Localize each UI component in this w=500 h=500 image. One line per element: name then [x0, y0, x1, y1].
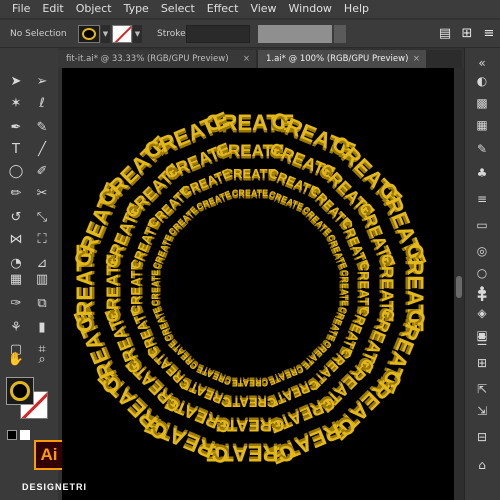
align-left-icon[interactable]: ▤ — [436, 25, 454, 43]
color-guide-icon[interactable]: ▩ — [473, 94, 491, 112]
brush-definition-dropdown[interactable] — [334, 25, 346, 43]
menu-type[interactable]: Type — [118, 0, 155, 18]
watermark-text: DESIGNETRI — [22, 482, 88, 492]
menu-help[interactable]: Help — [338, 0, 375, 18]
gradient-icon[interactable]: ▥ — [32, 270, 52, 290]
menu-edit[interactable]: Edit — [36, 0, 69, 18]
zoom-icon[interactable]: ⌕ — [32, 350, 52, 370]
mesh-icon[interactable]: ▦ — [6, 270, 26, 290]
more-icon[interactable]: ⌂ — [473, 456, 491, 474]
direct-selection-icon[interactable]: ➢ — [32, 72, 52, 92]
stroke-label: Stroke: — [157, 29, 189, 39]
properties-icon[interactable]: ☰ — [473, 332, 491, 350]
selection-status: No Selection — [10, 29, 67, 39]
fill-color-swatch[interactable] — [78, 25, 100, 43]
export-icon[interactable]: ⇱ — [473, 380, 491, 398]
circle-fill-icon — [82, 28, 96, 40]
type-icon[interactable]: T — [6, 140, 26, 160]
scale-icon[interactable]: ⤡ — [32, 208, 52, 228]
blend-icon[interactable]: ⧉ — [32, 294, 52, 314]
ellipse-icon[interactable]: ◯ — [6, 162, 26, 182]
tab-fit-it[interactable]: fit-it.ai* @ 33.33% (RGB/GPU Preview) × — [58, 50, 256, 68]
brushes-icon[interactable]: ✎ — [473, 140, 491, 158]
menu-view[interactable]: View — [244, 0, 282, 18]
menu-effect[interactable]: Effect — [201, 0, 245, 18]
lasso-icon[interactable]: ℓ — [32, 94, 52, 114]
symbol-sprayer-icon[interactable]: ⚘ — [6, 318, 26, 338]
menu-bar: File Edit Object Type Select Effect View… — [0, 0, 500, 18]
create-word-ring-0: CREATECREATECREATECREATE — [232, 188, 268, 201]
hand-icon[interactable]: ✋ — [6, 350, 26, 370]
asset-export-icon[interactable]: ⇲ — [473, 402, 491, 420]
magic-wand-icon[interactable]: ✶ — [6, 94, 26, 114]
gradient-mode-swatch[interactable] — [20, 430, 30, 440]
close-icon[interactable]: × — [243, 50, 250, 68]
circle-fill-icon — [10, 381, 30, 401]
illustrator-logo: Ai — [34, 440, 64, 470]
create-word: CREATE — [150, 270, 160, 306]
pen-icon[interactable]: ✒ — [6, 118, 26, 138]
document-tab-bar: fit-it.ai* @ 33.33% (RGB/GPU Preview) × … — [58, 50, 462, 68]
menu-window[interactable]: Window — [283, 0, 338, 18]
links-icon[interactable]: ⊟ — [473, 428, 491, 446]
swatches-icon[interactable]: ▦ — [473, 116, 491, 134]
stroke-icon[interactable]: ≡ — [473, 190, 491, 208]
symbols-icon[interactable]: ♣ — [473, 164, 491, 182]
pencil-icon[interactable]: ✏ — [6, 184, 26, 204]
tab-label: fit-it.ai* @ 33.33% (RGB/GPU Preview) — [66, 54, 229, 64]
create-word: CREATE — [340, 270, 350, 306]
graph-icon[interactable]: ▮ — [32, 318, 52, 338]
stroke-color-swatch[interactable] — [112, 25, 132, 43]
panel-menu-icon[interactable]: ≡ — [480, 25, 498, 43]
scissors-icon[interactable]: ✂ — [32, 184, 52, 204]
color-icon[interactable]: ◐ — [473, 72, 491, 90]
artboard-canvas[interactable]: CREATE CREATE CREATE CREATE CREATE CREATE CREA… — [62, 68, 454, 500]
close-icon[interactable]: × — [413, 50, 420, 68]
paintbrush-icon[interactable]: ✐ — [32, 162, 52, 182]
tab-1-ai[interactable]: 1.ai* @ 100% (RGB/GPU Preview) × — [258, 50, 426, 68]
rotate-icon[interactable]: ↺ — [6, 208, 26, 228]
right-panel-dock: « ◐ ▩ ▦ ✎ ♣ ≡ ▭ ◎ ○ ✚ ◈ ▣ ♣ ☰ ⊞ ⇱ ⇲ ⊟ ⌂ — [464, 48, 500, 500]
collapse-icon[interactable]: « — [473, 54, 491, 72]
stroke-dropdown-button[interactable]: ▼ — [133, 25, 142, 43]
line-icon[interactable]: ╱ — [32, 140, 52, 160]
create-word: CREATE — [232, 378, 268, 388]
tab-label: 1.ai* @ 100% (RGB/GPU Preview) — [266, 54, 409, 64]
create-word: CREATE — [232, 188, 268, 198]
transform-panel-icon[interactable]: ⊞ — [473, 354, 491, 372]
menu-select[interactable]: Select — [155, 0, 201, 18]
curvature-icon[interactable]: ✎ — [32, 118, 52, 138]
width-icon[interactable]: ⋈ — [6, 230, 26, 250]
free-transform-icon[interactable]: ⛶ — [32, 230, 52, 250]
appearance-icon[interactable]: ○ — [473, 264, 491, 282]
club-icon[interactable]: ♣ — [473, 282, 491, 300]
variable-width-profile[interactable] — [258, 25, 332, 43]
selection-icon[interactable]: ➤ — [6, 72, 26, 92]
menu-file[interactable]: File — [6, 0, 36, 18]
fill-swatch-large[interactable] — [6, 377, 34, 405]
create-word-ring-0: CREATECREATECREATECREATE — [337, 270, 350, 306]
create-word-ring-0: CREATECREATECREATECREATE — [150, 270, 163, 306]
create-radial-artwork: CREATECREATECREATECREATECREATECREATECREA… — [69, 107, 432, 470]
color-mode-swatch[interactable] — [7, 430, 17, 440]
menu-object[interactable]: Object — [70, 0, 118, 18]
transform-icon[interactable]: ⊞ — [458, 25, 476, 43]
gradient-panel-icon[interactable]: ▭ — [473, 216, 491, 234]
scrollbar-thumb[interactable] — [456, 276, 462, 298]
stroke-weight-field[interactable] — [186, 25, 250, 43]
control-bar: No Selection Stroke: — [0, 20, 500, 48]
create-word-ring-0: CREATECREATECREATECREATE — [232, 375, 268, 388]
fill-dropdown-button[interactable]: ▼ — [101, 25, 110, 43]
eyedropper-icon[interactable]: ✑ — [6, 294, 26, 314]
layers-icon[interactable]: ◈ — [473, 304, 491, 322]
transparency-icon[interactable]: ◎ — [473, 242, 491, 260]
